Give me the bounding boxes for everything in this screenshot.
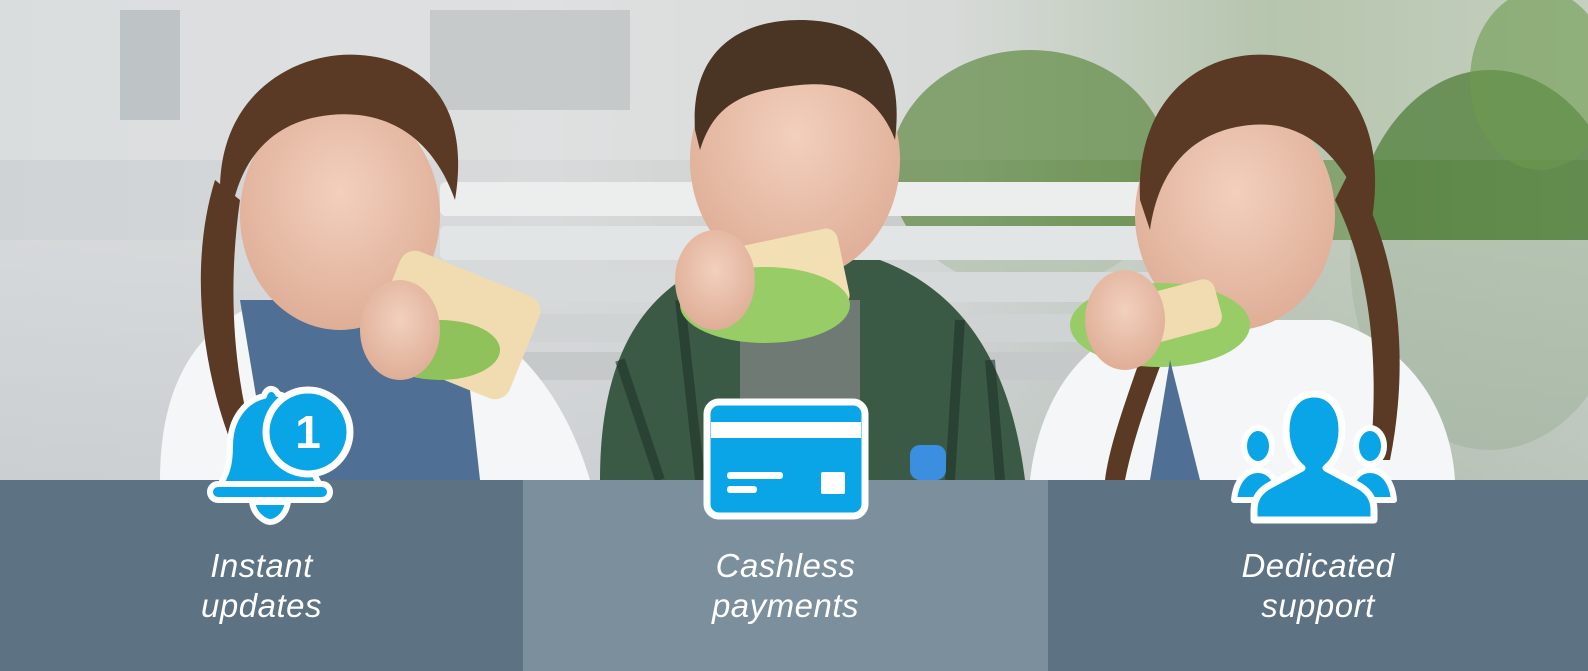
people-group-icon <box>1231 390 1397 524</box>
feature-label: Instant updates <box>201 547 322 624</box>
feature-label: Dedicated support <box>1241 547 1395 624</box>
bell-notification-icon: 1 <box>207 386 354 525</box>
feature-label: Cashless payments <box>711 547 860 624</box>
credit-card-icon <box>703 398 869 520</box>
hero-banner: Instant updates Cashless payments Dedica… <box>0 0 1588 671</box>
notification-badge-count: 1 <box>295 406 321 458</box>
